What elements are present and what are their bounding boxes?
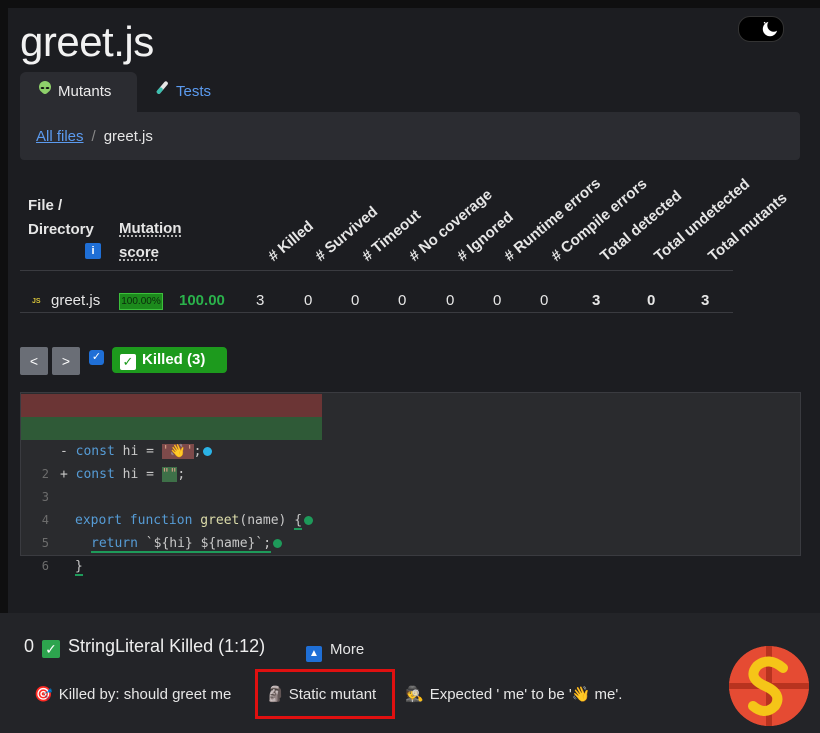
header-killed: # Killed: [265, 217, 317, 265]
code-line-added[interactable]: + const hi = "";: [21, 417, 322, 482]
compile-errors-count: 0: [540, 292, 549, 309]
theme-toggle[interactable]: [738, 16, 784, 42]
table-divider: [20, 312, 733, 313]
report-page: greet.js Mutants Tests All files / greet.j…: [8, 8, 820, 613]
code-line[interactable]: 4 return `${hi} ${name}`;: [21, 486, 800, 553]
code-line-removed[interactable]: 1 - const hi = '👋';: [21, 394, 322, 459]
total-detected-count: 3: [592, 292, 601, 309]
survived-count: 0: [304, 292, 313, 309]
filter-checkbox[interactable]: ✓: [89, 350, 104, 365]
tab-mutants[interactable]: Mutants: [20, 72, 137, 112]
target-icon: 🎯: [34, 686, 53, 703]
breadcrumb-current: greet.js: [103, 128, 153, 145]
runtime-errors-count: 0: [493, 292, 502, 309]
tab-tests[interactable]: Tests: [136, 72, 229, 112]
tab-tests-label: Tests: [176, 83, 212, 100]
moon-icon: [762, 20, 779, 37]
more-button[interactable]: ▲ More: [306, 641, 364, 662]
test-tube-icon: [154, 72, 170, 112]
mutant-details-drawer: 0 ✓ StringLiteral Killed (1:12) ▲ More 🎯 Kil…: [0, 613, 820, 733]
next-mutant-button[interactable]: >: [52, 347, 80, 375]
detective-icon: 🕵: [405, 686, 424, 703]
mutant-title: 0 ✓ StringLiteral Killed (1:12): [24, 636, 266, 658]
killed-count: 3: [256, 292, 265, 309]
no-coverage-count: 0: [398, 292, 407, 309]
mutation-score-header[interactable]: Mutation score: [119, 217, 199, 265]
header-no-coverage: # No coverage: [406, 186, 496, 265]
tab-mutants-label: Mutants: [58, 83, 112, 100]
expected-info: 🕵 Expected ' me' to be '👋 me'.: [405, 686, 623, 703]
ignored-count: 0: [446, 292, 455, 309]
stryker-logo: [729, 646, 809, 726]
code-line[interactable]: 5 }: [21, 509, 800, 576]
check-icon: ✓: [42, 640, 61, 658]
score-progress-bar: 100.00%: [119, 293, 163, 310]
table-divider: [20, 270, 733, 271]
killed-filter-badge[interactable]: ✓ Killed (3): [112, 347, 227, 373]
file-directory-header: File / Directory: [28, 197, 94, 238]
moai-icon: 🗿: [266, 686, 285, 703]
code-line[interactable]: 3 export function greet(name) {: [21, 463, 800, 530]
alien-icon: [38, 72, 52, 112]
header-total-undetected: Total undetected: [651, 175, 754, 265]
js-file-icon: JS: [32, 298, 41, 305]
file-link[interactable]: greet.js: [51, 292, 100, 309]
breadcrumb: All files / greet.js: [20, 112, 800, 160]
static-mutant-info: 🗿 Static mutant: [266, 686, 377, 703]
triangle-up-icon: ▲: [306, 646, 322, 662]
info-icon[interactable]: i: [85, 243, 101, 259]
code-line[interactable]: 2: [21, 440, 800, 481]
total-undetected-count: 0: [647, 292, 656, 309]
killed-by-info: 🎯 Killed by: should greet me: [34, 686, 232, 703]
code-line[interactable]: 6: [21, 532, 800, 573]
breadcrumb-all-files-link[interactable]: All files: [36, 128, 84, 145]
timeout-count: 0: [351, 292, 360, 309]
total-mutants-count: 3: [701, 292, 710, 309]
table-row: JS greet.js 100.00% 100.00 3 0 0 0 0 0 0…: [8, 280, 748, 320]
previous-mutant-button[interactable]: <: [20, 347, 48, 375]
code-view: 1 - const hi = '👋'; + const hi = ""; 2 3…: [20, 392, 801, 576]
mutation-score-value: 100.00: [179, 292, 225, 309]
check-icon: ✓: [120, 354, 136, 370]
page-title: greet.js: [20, 18, 154, 65]
